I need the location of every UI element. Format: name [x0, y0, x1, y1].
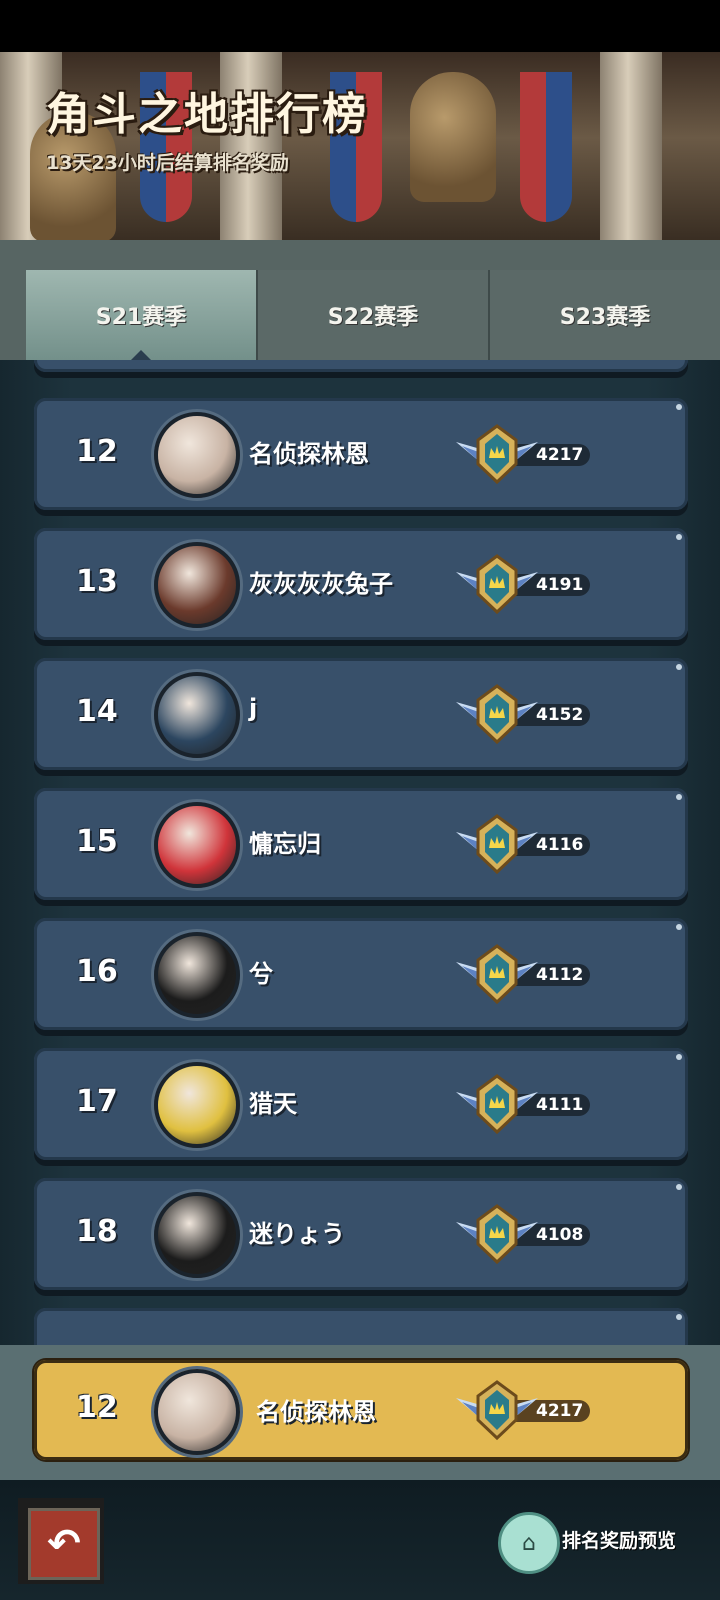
ranking-row[interactable]: 17 猎天 4111 [34, 1048, 688, 1160]
pillar-decoration [600, 52, 662, 267]
my-avatar[interactable] [154, 1369, 240, 1455]
winged-crown-badge-icon [456, 814, 538, 875]
player-score: 4111 [536, 1095, 584, 1115]
back-arrow-icon: ↶ [28, 1508, 100, 1580]
ranking-row-partial [34, 360, 688, 372]
rank-number: 14 [76, 694, 118, 729]
player-avatar[interactable] [154, 542, 240, 628]
player-name: 兮 [249, 960, 273, 988]
winged-crown-badge-icon [456, 424, 538, 485]
player-name: 灰灰灰灰兔子 [249, 570, 393, 598]
player-name: j [249, 694, 258, 722]
reward-chest-icon: ⌂ [498, 1512, 560, 1574]
player-score: 4108 [536, 1225, 584, 1245]
season-tabs: S21赛季 S22赛季 S23赛季 [26, 270, 720, 362]
winged-crown-badge-icon [456, 1074, 538, 1135]
tab-label: S23赛季 [559, 305, 651, 330]
ranking-row[interactable]: 12 名侦探林恩 4217 [34, 398, 688, 510]
player-score: 4152 [536, 705, 584, 725]
reward-preview-button[interactable]: ⌂ 排名奖励预览 [498, 1508, 698, 1574]
winged-crown-badge-icon [456, 1380, 538, 1441]
my-rank-number: 12 [76, 1390, 118, 1425]
player-score: 4217 [536, 445, 584, 465]
player-name: 迷りょう [249, 1220, 345, 1248]
tab-s23[interactable]: S23赛季 [490, 270, 720, 360]
back-button[interactable]: ↶ [18, 1498, 104, 1584]
player-name: 慵忘归 [249, 830, 321, 858]
rank-number: 12 [76, 434, 118, 469]
player-name: 名侦探林恩 [249, 440, 369, 468]
bottom-bar: ↶ ⌂ 排名奖励预览 [0, 1480, 720, 1600]
my-player-name: 名侦探林恩 [256, 1398, 376, 1426]
tab-label: S22赛季 [327, 305, 419, 330]
player-score: 4112 [536, 965, 584, 985]
ranking-list[interactable]: 12 名侦探林恩 4217 13 灰灰灰灰兔子 4191 14 j 4152 1… [0, 360, 720, 1345]
tab-s21[interactable]: S21赛季 [26, 270, 258, 362]
rank-number: 13 [76, 564, 118, 599]
player-score: 4116 [536, 835, 584, 855]
player-avatar[interactable] [154, 1062, 240, 1148]
player-avatar[interactable] [154, 932, 240, 1018]
rank-number: 15 [76, 824, 118, 859]
rank-number: 17 [76, 1084, 118, 1119]
ranking-row[interactable]: 13 灰灰灰灰兔子 4191 [34, 528, 688, 640]
player-avatar[interactable] [154, 1192, 240, 1278]
reward-preview-label: 排名奖励预览 [562, 1530, 677, 1552]
rank-number: 16 [76, 954, 118, 989]
player-avatar[interactable] [154, 802, 240, 888]
player-avatar[interactable] [154, 412, 240, 498]
my-ranking-row[interactable]: 12 名侦探林恩 4217 [34, 1360, 688, 1460]
winged-crown-badge-icon [456, 1204, 538, 1265]
winged-crown-badge-icon [456, 554, 538, 615]
knight-statue [410, 72, 496, 202]
ranking-row[interactable]: 16 兮 4112 [34, 918, 688, 1030]
flag-decoration [520, 72, 572, 222]
player-avatar[interactable] [154, 672, 240, 758]
ranking-row-partial [34, 1308, 688, 1345]
ranking-row[interactable]: 18 迷りょう 4108 [34, 1178, 688, 1290]
tab-s22[interactable]: S22赛季 [258, 270, 490, 360]
page-title: 角斗之地排行榜 [46, 89, 368, 140]
rank-number: 18 [76, 1214, 118, 1249]
settlement-countdown: 13天23小时后结算排名奖励 [46, 152, 289, 174]
ranking-row[interactable]: 15 慵忘归 4116 [34, 788, 688, 900]
status-bar [0, 0, 720, 52]
winged-crown-badge-icon [456, 684, 538, 745]
player-score: 4191 [536, 575, 584, 595]
ranking-row[interactable]: 14 j 4152 [34, 658, 688, 770]
leaderboard-banner: 角斗之地排行榜 13天23小时后结算排名奖励 [0, 52, 720, 267]
my-score: 4217 [536, 1401, 584, 1421]
winged-crown-badge-icon [456, 944, 538, 1005]
player-name: 猎天 [249, 1090, 297, 1118]
tab-label: S21赛季 [95, 305, 187, 330]
